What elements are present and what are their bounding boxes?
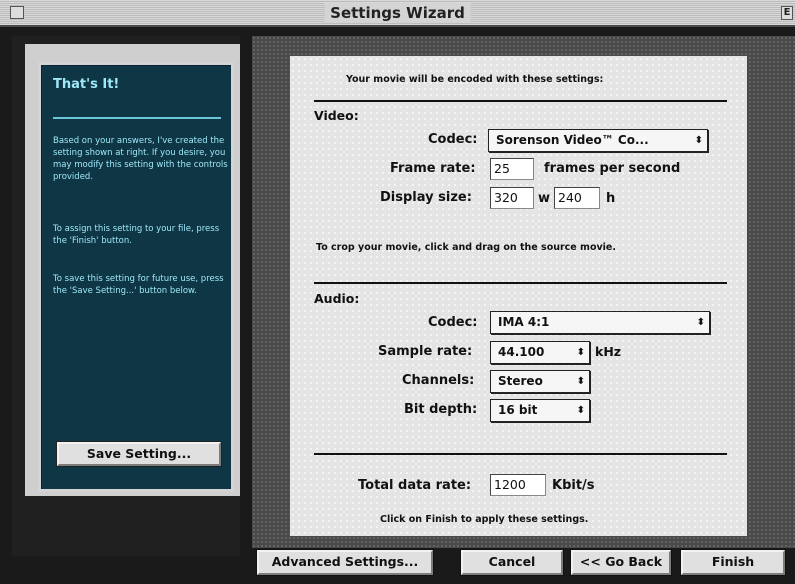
- popup-arrows-icon: ⬍: [576, 376, 585, 387]
- title-bar[interactable]: Settings Wizard E: [0, 0, 795, 27]
- total-data-rate-field[interactable]: 1200: [490, 474, 546, 496]
- settings-intro: Your movie will be encoded with these se…: [346, 74, 604, 85]
- total-data-rate-label: Total data rate:: [358, 478, 472, 493]
- save-setting-button[interactable]: Save Setting...: [57, 442, 221, 466]
- cancel-button[interactable]: Cancel: [461, 550, 563, 575]
- frame-rate-field[interactable]: 25: [490, 158, 534, 180]
- section-divider: [314, 100, 727, 102]
- section-divider: [314, 282, 727, 284]
- finish-hint: Click on Finish to apply these settings.: [380, 514, 589, 525]
- width-unit: w: [538, 191, 551, 206]
- bit-depth-value: 16 bit: [498, 403, 538, 417]
- video-section-label: Video:: [314, 108, 359, 123]
- video-codec-popup[interactable]: Sorenson Video™ Co... ⬍: [488, 129, 708, 152]
- sample-rate-popup[interactable]: 44.100 ⬍: [490, 341, 590, 364]
- channels-popup[interactable]: Stereo ⬍: [490, 370, 590, 393]
- bit-depth-label: Bit depth:: [404, 402, 478, 417]
- bit-depth-popup[interactable]: 16 bit ⬍: [490, 399, 590, 422]
- close-box-icon[interactable]: [10, 6, 24, 19]
- audio-codec-label: Codec:: [428, 315, 478, 330]
- sample-rate-unit: kHz: [595, 344, 622, 359]
- instructions-heading: That's It!: [53, 77, 120, 92]
- audio-codec-value: IMA 4:1: [498, 315, 550, 329]
- height-field[interactable]: 240: [554, 187, 600, 209]
- total-data-rate-unit: Kbit/s: [552, 478, 595, 493]
- display-size-label: Display size:: [380, 190, 472, 205]
- channels-value: Stereo: [498, 374, 543, 388]
- zoom-box-icon[interactable]: E: [781, 6, 793, 20]
- go-back-button[interactable]: << Go Back: [571, 550, 671, 575]
- instructions-divider: [53, 117, 221, 119]
- width-field[interactable]: 320: [490, 187, 534, 209]
- audio-codec-popup[interactable]: IMA 4:1 ⬍: [490, 311, 710, 334]
- sample-rate-value: 44.100: [498, 345, 545, 359]
- instructions-paragraph: To assign this setting to your file, pre…: [53, 224, 220, 246]
- popup-arrows-icon: ⬍: [576, 347, 585, 358]
- instructions-paragraph: Based on your answers, I've created the …: [53, 136, 228, 182]
- section-divider: [314, 453, 727, 455]
- video-codec-label: Codec:: [428, 132, 478, 147]
- popup-arrows-icon: ⬍: [694, 135, 703, 146]
- frame-rate-unit: frames per second: [544, 161, 681, 176]
- sample-rate-label: Sample rate:: [378, 344, 473, 359]
- audio-section-label: Audio:: [314, 291, 360, 306]
- instructions-paragraph: To save this setting for future use, pre…: [53, 274, 224, 296]
- video-codec-value: Sorenson Video™ Co...: [496, 133, 649, 147]
- crop-hint: To crop your movie, click and drag on th…: [316, 242, 616, 253]
- popup-arrows-icon: ⬍: [576, 405, 585, 416]
- popup-arrows-icon: ⬍: [696, 317, 705, 328]
- window-title: Settings Wizard: [324, 3, 471, 23]
- advanced-settings-button[interactable]: Advanced Settings...: [257, 550, 433, 575]
- finish-button[interactable]: Finish: [681, 550, 785, 575]
- frame-rate-label: Frame rate:: [390, 161, 476, 176]
- channels-label: Channels:: [402, 373, 475, 388]
- instructions-panel: That's It! Based on your answers, I've c…: [38, 62, 234, 492]
- height-unit: h: [606, 191, 616, 206]
- settings-panel: Your movie will be encoded with these se…: [290, 56, 747, 536]
